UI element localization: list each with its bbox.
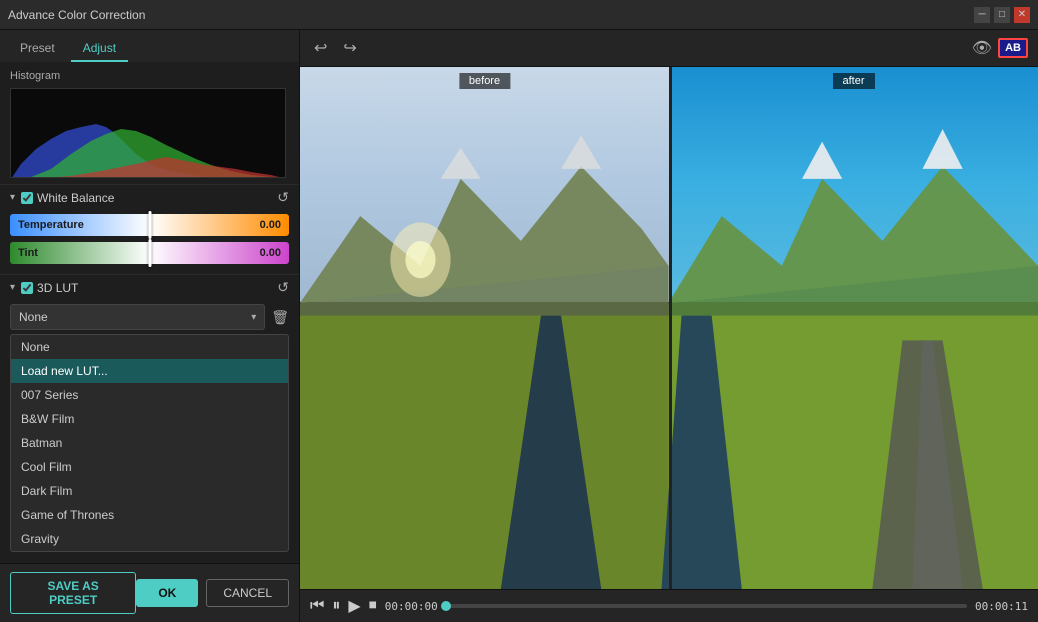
end-time: 00:00:11 [975,600,1028,613]
lut-option-cool-film[interactable]: Cool Film [11,455,288,479]
left-panel: Preset Adjust Histogram ▾ [0,30,300,622]
toolbar: ↩ ↪ 👁 AB [300,30,1038,67]
ab-compare-button[interactable]: AB [998,38,1028,58]
toolbar-right: 👁 AB [972,38,1028,58]
wb-label: White Balance [37,191,114,205]
wb-header: ▾ White Balance ↺ [10,189,289,206]
tint-row: Tint 0.00 [10,242,289,264]
lut-option-got[interactable]: Game of Thrones [11,503,288,527]
tab-preset[interactable]: Preset [8,36,67,62]
right-panel: ↩ ↪ 👁 AB before after [300,30,1038,622]
main-layout: Preset Adjust Histogram ▾ [0,30,1038,622]
play-button[interactable]: ▶ [348,596,360,616]
tint-value: 0.00 [260,247,281,259]
cancel-button[interactable]: CANCEL [206,579,289,607]
histogram-svg [11,89,286,178]
visibility-button[interactable]: 👁 [972,38,992,58]
after-label: after [832,73,874,89]
ok-button[interactable]: OK [136,579,198,607]
histogram-section: Histogram [0,62,299,184]
stop-button[interactable]: ⏹ [369,597,377,615]
dropdown-chevron-icon: ▾ [251,312,256,323]
window-controls: ─ □ ✕ [974,7,1030,23]
white-balance-section: ▾ White Balance ↺ Temperature 0.00 [0,184,299,274]
wb-header-left: ▾ White Balance [10,191,114,205]
lut-header-left: ▾ 3D LUT [10,281,78,295]
lut-option-dark-film[interactable]: Dark Film [11,479,288,503]
lut-option-load-new[interactable]: Load new LUT... [11,359,288,383]
app-title: Advance Color Correction [8,8,145,22]
wb-checkbox[interactable] [21,192,33,204]
lut-option-007[interactable]: 007 Series [11,383,288,407]
tint-slider[interactable]: Tint 0.00 [10,242,289,264]
split-divider[interactable] [669,67,672,589]
toolbar-left: ↩ ↪ [310,36,361,60]
lut-selected-value: None [19,310,48,324]
lut-dropdown[interactable]: None ▾ [10,304,265,330]
lut-delete-button[interactable]: 🗑 [271,309,289,326]
temperature-row: Temperature 0.00 [10,214,289,236]
video-preview: before after [300,67,1038,589]
progress-dot [441,601,451,611]
action-bar: SAVE AS PRESET OK CANCEL [0,563,299,622]
restore-button[interactable]: □ [994,7,1010,23]
lut-section: ▾ 3D LUT ↺ None ▾ 🗑 None Load [0,274,299,563]
lut-option-batman[interactable]: Batman [11,431,288,455]
lut-chevron-icon[interactable]: ▾ [10,282,15,293]
undo-button[interactable]: ↩ [310,36,331,60]
tab-bar: Preset Adjust [0,30,299,62]
lut-header: ▾ 3D LUT ↺ [10,279,289,296]
save-preset-button[interactable]: SAVE AS PRESET [10,572,136,614]
action-right-buttons: OK CANCEL [136,579,289,607]
lut-checkbox-label[interactable]: 3D LUT [21,281,78,295]
redo-button[interactable]: ↪ [339,36,360,60]
lut-option-gravity[interactable]: Gravity [11,527,288,551]
close-button[interactable]: ✕ [1014,7,1030,23]
temperature-label: Temperature [18,219,84,231]
lut-reset-button[interactable]: ↺ [277,279,289,296]
video-background [300,67,1038,589]
before-label: before [459,73,510,89]
lut-option-none[interactable]: None [11,335,288,359]
minimize-button[interactable]: ─ [974,7,990,23]
tab-adjust[interactable]: Adjust [71,36,128,62]
current-time: 00:00:00 [385,600,438,613]
skip-back-button[interactable]: ⏮ [310,597,324,615]
lut-checkbox[interactable] [21,282,33,294]
tint-handle[interactable] [148,239,151,267]
histogram-label: Histogram [10,70,289,82]
wb-reset-button[interactable]: ↺ [277,189,289,206]
tint-label: Tint [18,247,38,259]
playback-bar: ⏮ ⏸ ▶ ⏹ 00:00:00 00:00:11 [300,589,1038,622]
title-bar: Advance Color Correction ─ □ ✕ [0,0,1038,30]
lut-dropdown-menu: None Load new LUT... 007 Series B&W Film… [10,334,289,552]
temperature-value: 0.00 [260,219,281,231]
pause-button[interactable]: ⏸ [332,597,340,615]
lut-label: 3D LUT [37,281,78,295]
wb-checkbox-label[interactable]: White Balance [21,191,114,205]
temperature-slider[interactable]: Temperature 0.00 [10,214,289,236]
temperature-handle[interactable] [148,211,151,239]
lut-dropdown-row: None ▾ 🗑 [10,304,289,330]
lut-option-bw[interactable]: B&W Film [11,407,288,431]
progress-bar[interactable] [446,604,967,608]
histogram-canvas [10,88,286,178]
wb-chevron-icon[interactable]: ▾ [10,192,15,203]
